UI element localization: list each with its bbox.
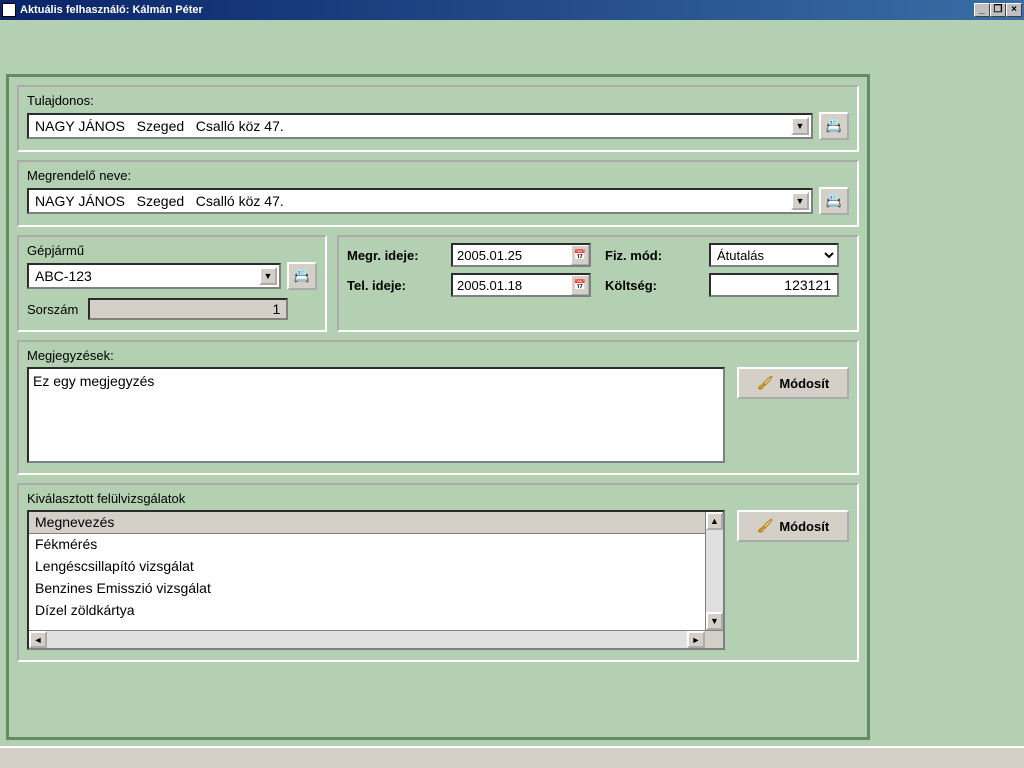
notes-modify-label: Módosít [779, 376, 829, 391]
delivery-date-label: Tel. ideje: [347, 278, 437, 293]
lookup-icon: 📇 [826, 193, 842, 209]
list-item[interactable]: Lengéscsillapító vizsgálat [29, 556, 723, 578]
scroll-right-icon[interactable]: ► [687, 631, 705, 648]
list-item[interactable]: Dízel zöldkártya [29, 600, 723, 622]
customer-input[interactable] [29, 190, 811, 212]
title-prefix: Aktuális felhasználó: Kálmán Péter [20, 4, 203, 16]
vehicle-combo[interactable]: ▼ [27, 263, 281, 289]
customer-panel: Megrendelő neve: ▼ 📇 [17, 160, 859, 227]
owner-lookup-button[interactable]: 📇 [819, 112, 849, 140]
owner-input[interactable] [29, 115, 811, 137]
delivery-date-input[interactable] [451, 273, 591, 297]
owner-label: Tulajdonos: [27, 93, 849, 108]
customer-combo[interactable]: ▼ [27, 188, 813, 214]
close-button[interactable]: × [1006, 3, 1022, 17]
payment-mode-label: Fiz. mód: [605, 248, 695, 263]
owner-combo[interactable]: ▼ [27, 113, 813, 139]
minimize-button[interactable]: _ [974, 3, 990, 17]
seq-value [88, 298, 288, 320]
list-item[interactable]: Benzines Emisszió vizsgálat [29, 578, 723, 600]
vehicle-dropdown-icon[interactable]: ▼ [259, 267, 277, 285]
vscroll-track[interactable] [706, 530, 723, 612]
inspections-modify-button[interactable]: 🖌 Módosít [737, 510, 849, 542]
notes-modify-button[interactable]: 🖌 Módosít [737, 367, 849, 399]
order-date-picker-icon[interactable]: 📅 [571, 245, 589, 265]
scroll-up-icon[interactable]: ▲ [706, 512, 723, 530]
cost-input[interactable] [709, 273, 839, 297]
scroll-down-icon[interactable]: ▼ [706, 612, 723, 630]
inspections-list[interactable]: Megnevezés FékmérésLengéscsillapító vizs… [27, 510, 725, 650]
scroll-corner [705, 631, 723, 648]
vehicle-input[interactable] [29, 265, 279, 287]
customer-lookup-button[interactable]: 📇 [819, 187, 849, 215]
vehicle-label: Gépjármű [27, 243, 317, 258]
owner-panel: Tulajdonos: ▼ 📇 [17, 85, 859, 152]
inspections-panel: Kiválasztott felülvizsgálatok Megnevezés… [17, 483, 859, 662]
vehicle-lookup-button[interactable]: 📇 [287, 262, 317, 290]
order-date-label: Megr. ideje: [347, 248, 437, 263]
modify-icon: 🖌 [757, 375, 774, 391]
payment-mode-select[interactable]: Átutalás [709, 243, 839, 267]
seq-label: Sorszám [27, 302, 78, 317]
notes-label: Megjegyzések: [27, 348, 849, 363]
restore-button[interactable]: ❐ [990, 3, 1006, 17]
delivery-date-picker-icon[interactable]: 📅 [571, 275, 589, 295]
notes-panel: Megjegyzések: Ez egy megjegyzés 🖌 Módosí… [17, 340, 859, 475]
inspections-label: Kiválasztott felülvizsgálatok [27, 491, 849, 506]
order-date-input[interactable] [451, 243, 591, 267]
inspections-header[interactable]: Megnevezés [29, 512, 723, 534]
customer-dropdown-icon[interactable]: ▼ [791, 192, 809, 210]
app-icon [2, 3, 16, 17]
hscroll-track[interactable] [47, 631, 687, 648]
window-titlebar: Aktuális felhasználó: Kálmán Péter _ ❐ × [0, 0, 1024, 20]
lookup-icon: 📇 [826, 118, 842, 134]
inspections-modify-label: Módosít [779, 519, 829, 534]
hscrollbar[interactable]: ◄ ► [29, 630, 723, 648]
scroll-left-icon[interactable]: ◄ [29, 631, 47, 648]
dates-panel: Megr. ideje: 📅 Fiz. mód: Átutalás Tel. i… [337, 235, 859, 332]
owner-dropdown-icon[interactable]: ▼ [791, 117, 809, 135]
cost-label: Költség: [605, 278, 695, 293]
list-item[interactable]: Fékmérés [29, 534, 723, 556]
lookup-icon: 📇 [294, 268, 310, 284]
notes-textarea[interactable]: Ez egy megjegyzés [27, 367, 725, 463]
customer-label: Megrendelő neve: [27, 168, 849, 183]
modify-icon: 🖌 [757, 518, 774, 534]
status-bar [0, 746, 1024, 768]
vscrollbar[interactable]: ▲ ▼ [705, 512, 723, 630]
vehicle-panel: Gépjármű ▼ 📇 Sorszám [17, 235, 327, 332]
